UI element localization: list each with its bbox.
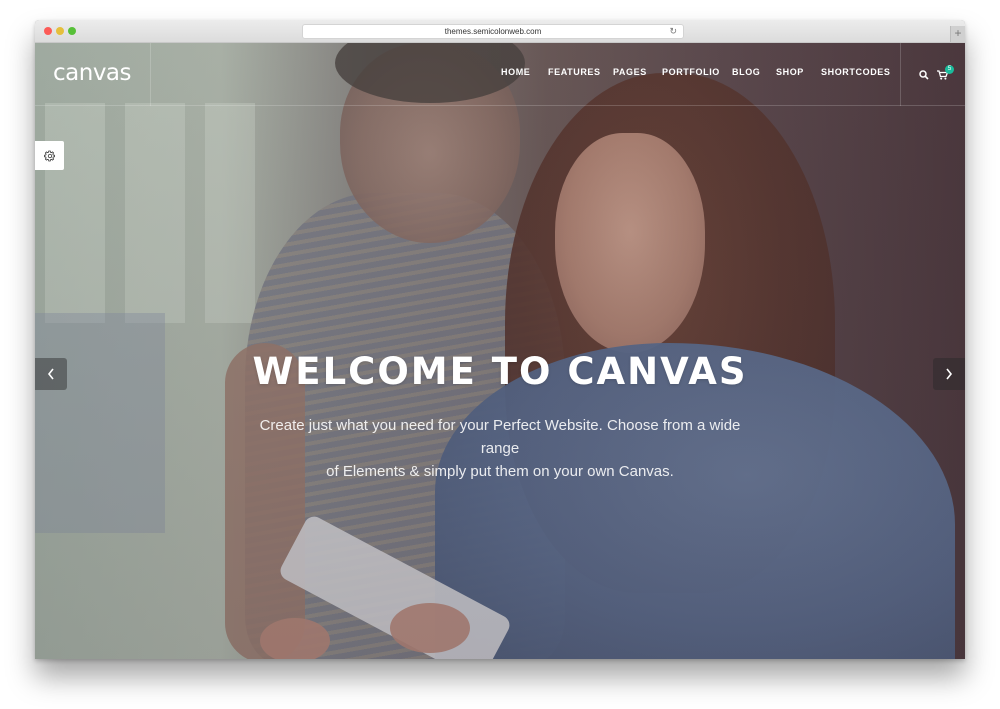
header-divider xyxy=(150,43,151,106)
nav-item-shop[interactable]: SHOP xyxy=(776,67,804,77)
reload-icon[interactable]: ↻ xyxy=(669,25,677,38)
browser-titlebar: themes.semicolonweb.com ↻ + xyxy=(35,20,965,43)
new-tab-button[interactable]: + xyxy=(950,26,965,42)
site-logo[interactable]: canvas xyxy=(53,60,132,86)
address-bar[interactable]: themes.semicolonweb.com ↻ xyxy=(302,24,684,39)
nav-item-blog[interactable]: BLOG xyxy=(732,67,760,77)
search-icon[interactable] xyxy=(919,70,929,80)
nav-item-home[interactable]: HOME xyxy=(501,67,530,77)
url-text: themes.semicolonweb.com xyxy=(444,27,542,36)
maximize-window-button[interactable] xyxy=(68,27,76,35)
header-divider xyxy=(900,43,901,106)
nav-item-features[interactable]: FEATURES xyxy=(548,67,601,77)
hero-subtitle-line: of Elements & simply put them on your ow… xyxy=(326,463,674,480)
nav-item-portfolio[interactable]: PORTFOLIO xyxy=(662,67,720,77)
browser-window: themes.semicolonweb.com ↻ + WELCOME TO C… xyxy=(35,20,965,659)
nav-item-shortcodes[interactable]: SHORTCODES xyxy=(821,67,891,77)
hero-title: WELCOME TO CANVAS xyxy=(252,350,748,393)
gear-icon xyxy=(43,150,55,161)
hero-slider: WELCOME TO CANVAS Create just what you n… xyxy=(35,43,965,659)
cart-count-badge: 5 xyxy=(945,65,954,74)
hero-subtitle-line: Create just what you need for your Perfe… xyxy=(259,417,741,457)
hero-subtitle: Create just what you need for your Perfe… xyxy=(245,414,755,483)
close-window-button[interactable] xyxy=(44,27,52,35)
style-switcher-button[interactable] xyxy=(35,141,64,170)
site-header: canvas HOME FEATURES PAGES PORTFOLIO BLO… xyxy=(35,43,965,106)
nav-item-pages[interactable]: PAGES xyxy=(613,67,647,77)
minimize-window-button[interactable] xyxy=(56,27,64,35)
